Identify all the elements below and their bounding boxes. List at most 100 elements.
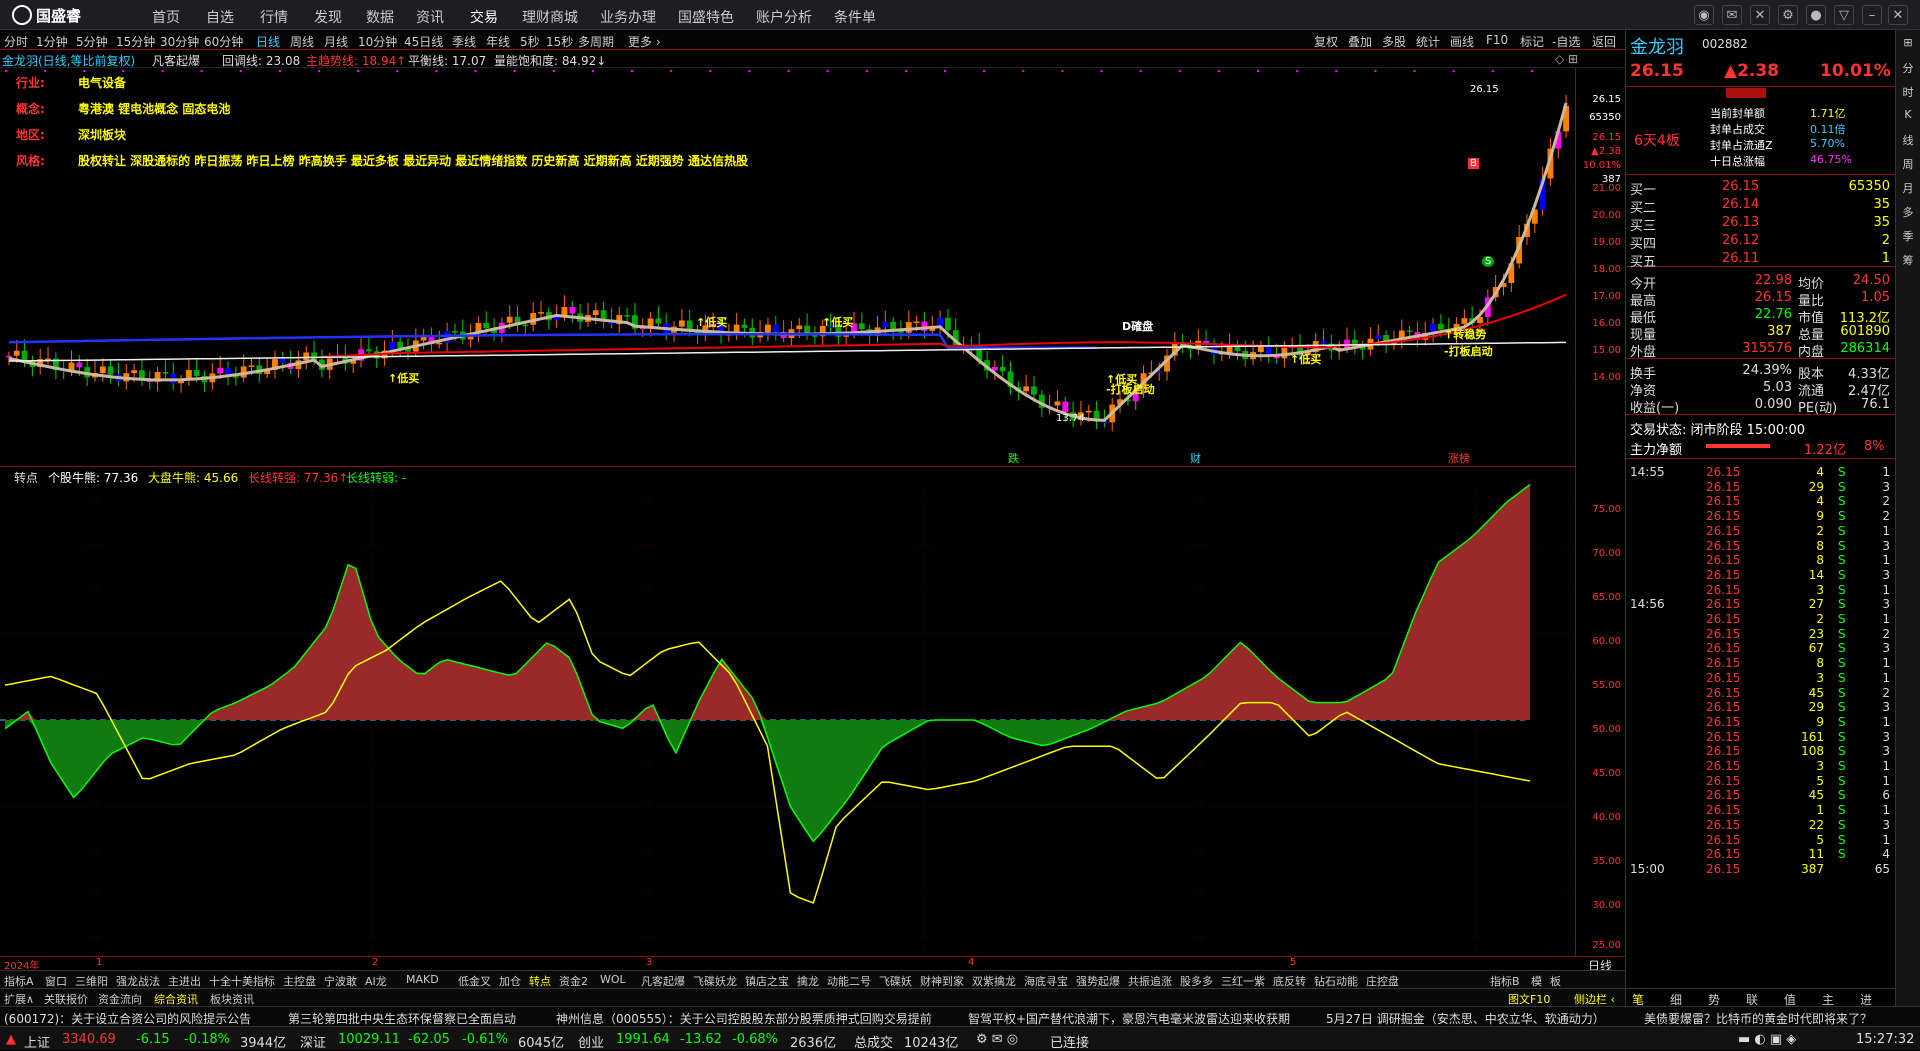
nav-conditional-order[interactable]: 条件单 xyxy=(834,7,876,27)
indicator-tab[interactable]: 飞碟妖龙 xyxy=(693,973,737,989)
tick-tab[interactable]: 进 xyxy=(1860,991,1872,1008)
minimize-icon[interactable]: – xyxy=(1862,5,1882,25)
indicator-tab[interactable]: 财神到家 xyxy=(920,973,964,989)
period-30m[interactable]: 30分钟 xyxy=(160,33,199,50)
indicator-tab[interactable]: 板 xyxy=(1550,973,1561,989)
tick-tab[interactable]: 联 xyxy=(1746,991,1758,1008)
indicator-tab[interactable]: 共振追涨 xyxy=(1128,973,1172,989)
indicator-tab[interactable]: 强龙战法 xyxy=(116,973,160,989)
overlay-button[interactable]: 叠加 xyxy=(1348,33,1372,50)
indicator-tab[interactable]: AI龙 xyxy=(365,973,387,989)
tab-fund-flow[interactable]: 资金流向 xyxy=(98,991,142,1007)
status-icons[interactable]: ▬ ◐ ▣ ◈ xyxy=(1738,1032,1796,1047)
indicator-tab[interactable]: 主进出 xyxy=(168,973,201,989)
bid-row[interactable]: 买二 26.14 35 xyxy=(1626,196,1896,216)
bid-row[interactable]: 买三 26.13 35 xyxy=(1626,214,1896,234)
period-week[interactable]: 周线 xyxy=(290,33,314,50)
side-button[interactable]: K xyxy=(1899,108,1917,121)
indicator-tab[interactable]: 镇店之宝 xyxy=(745,973,789,989)
indicator-panel[interactable]: 转点 个股牛熊: 77.36 大盘牛熊: 45.66 长线转强: 77.36↑ … xyxy=(0,466,1575,956)
side-button[interactable]: 线 xyxy=(1899,132,1917,148)
period-multi[interactable]: 多周期 xyxy=(578,33,614,50)
news-item[interactable]: 神州信息（000555）：关于公司控股股东部分股票质押式回购交易提前 xyxy=(556,1010,932,1027)
indicator-tab[interactable]: 三红一紫 xyxy=(1221,973,1265,989)
main-indicator-name[interactable]: 凡客起爆 xyxy=(152,52,200,69)
period-tick[interactable]: 分时 xyxy=(4,33,28,50)
period-5s[interactable]: 5秒 xyxy=(520,33,540,50)
cy-label[interactable]: 创业 xyxy=(578,1032,604,1051)
bid-row[interactable]: 买一 26.15 65350 xyxy=(1626,178,1896,198)
indicator-tab[interactable]: MAKD xyxy=(406,973,439,986)
stats-button[interactable]: 统计 xyxy=(1416,33,1440,50)
mail-icon[interactable]: ✉ xyxy=(1722,5,1742,25)
side-button[interactable]: ⊞ xyxy=(1899,36,1917,49)
indicator-tab[interactable]: 模 xyxy=(1531,973,1542,989)
indicator-tab[interactable]: 底反转 xyxy=(1273,973,1306,989)
sz-label[interactable]: 深证 xyxy=(300,1032,326,1051)
indicator-tab[interactable]: 宁波敢 xyxy=(324,973,357,989)
indicator-tab[interactable]: 资金2 xyxy=(559,973,588,989)
tick-tab[interactable]: 势 xyxy=(1708,991,1720,1008)
period-more[interactable]: 更多 › xyxy=(628,33,661,50)
period-1m[interactable]: 1分钟 xyxy=(36,33,68,50)
news-item[interactable]: (600172)：关于设立合资公司的风险提示公告 xyxy=(4,1010,251,1027)
indicator-tab[interactable]: 飞碟妖 xyxy=(879,973,912,989)
news-item[interactable]: 第三轮第四批中央生态环保督察已全面启动 xyxy=(288,1010,516,1027)
tab-comprehensive-news[interactable]: 综合资讯 xyxy=(154,991,198,1007)
draw-line-button[interactable]: 画线 xyxy=(1450,33,1474,50)
indicator-tab[interactable]: 窗口 xyxy=(45,973,67,989)
indicator-tab[interactable]: 转点 xyxy=(529,973,551,989)
period-quarter[interactable]: 季线 xyxy=(452,33,476,50)
nav-data[interactable]: 数据 xyxy=(366,7,394,27)
nav-features[interactable]: 国盛特色 xyxy=(678,7,734,27)
side-button[interactable]: 时 xyxy=(1899,84,1917,100)
nav-news[interactable]: 资讯 xyxy=(416,7,444,27)
remove-watch-button[interactable]: -自选 xyxy=(1552,33,1580,50)
tab-sector-news[interactable]: 板块资讯 xyxy=(210,991,254,1007)
tick-tab[interactable]: 笔 xyxy=(1632,991,1644,1008)
multi-stock-button[interactable]: 多股 xyxy=(1382,33,1406,50)
indicator-tab[interactable]: 强势起爆 xyxy=(1076,973,1120,989)
f10-button[interactable]: F10 xyxy=(1486,33,1508,47)
sh-label[interactable]: 上证 xyxy=(24,1032,50,1051)
indicator-tab[interactable]: 股多多 xyxy=(1180,973,1213,989)
restore-rights-button[interactable]: 复权 xyxy=(1314,33,1338,50)
news-item[interactable]: 5月27日 调研掘金（安杰思、中农立华、软通动力） xyxy=(1326,1010,1605,1027)
chat-icon[interactable]: ◉ xyxy=(1694,5,1714,25)
mark-button[interactable]: 标记 xyxy=(1520,33,1544,50)
tab-expand[interactable]: 扩展∧ xyxy=(4,991,34,1007)
indicator-tab[interactable]: 指标B xyxy=(1490,973,1520,989)
news-item[interactable]: 智驾平权+国产替代浪潮下，豪恩汽电毫米波雷达迎来收获期 xyxy=(968,1010,1290,1027)
side-button[interactable]: 月 xyxy=(1899,180,1917,196)
tab-related-quotes[interactable]: 关联报价 xyxy=(44,991,88,1007)
indicator-tab[interactable]: 擒龙 xyxy=(797,973,819,989)
nav-home[interactable]: 首页 xyxy=(152,7,180,27)
event-flag[interactable]: 财 xyxy=(1190,450,1201,466)
tab-f10[interactable]: 图文F10 xyxy=(1508,991,1550,1007)
indicator-tab[interactable]: 双紫擒龙 xyxy=(972,973,1016,989)
side-button[interactable]: 季 xyxy=(1899,228,1917,244)
indicator-tab[interactable]: 庄控盘 xyxy=(1366,973,1399,989)
tools-icon[interactable]: ✕ xyxy=(1750,5,1770,25)
nav-market[interactable]: 行情 xyxy=(260,7,288,27)
period-5m[interactable]: 5分钟 xyxy=(76,33,108,50)
nav-trade[interactable]: 交易 xyxy=(470,7,498,27)
nav-discover[interactable]: 发现 xyxy=(314,7,342,27)
tab-sidebar[interactable]: 侧边栏 ‹ xyxy=(1574,991,1615,1007)
period-year[interactable]: 年线 xyxy=(486,33,510,50)
window-control-icon[interactable]: ◇ ⊞ xyxy=(1555,52,1578,66)
nav-account-analysis[interactable]: 账户分析 xyxy=(756,7,812,27)
indicator-tab[interactable]: 低金叉 xyxy=(458,973,491,989)
indicator-tab[interactable]: 动能二号 xyxy=(827,973,871,989)
period-60m[interactable]: 60分钟 xyxy=(204,33,243,50)
indicator-tab[interactable]: 凡客起爆 xyxy=(641,973,685,989)
indicator-tab[interactable]: 主控盘 xyxy=(283,973,316,989)
tick-tab[interactable]: 主 xyxy=(1822,991,1834,1008)
tools-icon[interactable]: ⚙ ✉ ◎ xyxy=(976,1032,1018,1047)
close-icon[interactable]: ✕ xyxy=(1888,5,1908,25)
news-item[interactable]: 美债要爆雷？比特币的黄金时代即将来了？ xyxy=(1644,1010,1872,1027)
period-15s[interactable]: 15秒 xyxy=(546,33,573,50)
event-flag[interactable]: 跌 xyxy=(1008,450,1019,466)
nav-finance-mall[interactable]: 理财商城 xyxy=(522,7,578,27)
indicator-tab[interactable]: 十全十美指标 xyxy=(209,973,275,989)
